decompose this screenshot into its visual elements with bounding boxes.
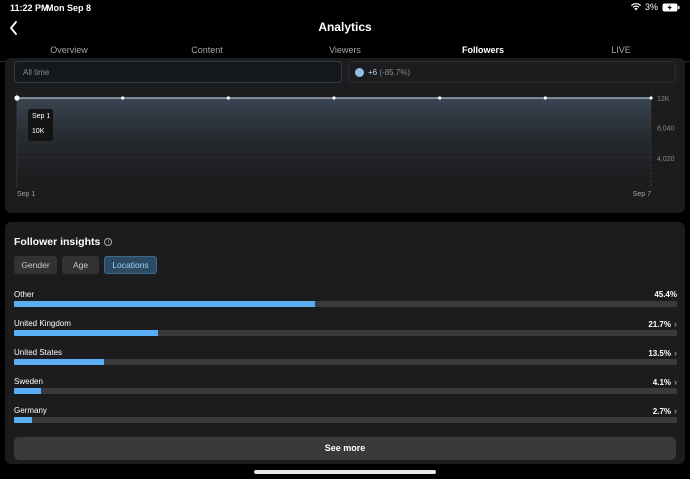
location-percent: 45.4%	[654, 290, 677, 299]
header: Analytics	[0, 16, 690, 40]
location-bar-fill	[14, 330, 158, 336]
chart-data-point	[121, 96, 125, 100]
chart-tooltip: Sep 1 10K	[28, 109, 53, 141]
location-percent: 21.7% ›	[648, 319, 677, 329]
location-percent: 4.1% ›	[653, 377, 677, 387]
chevron-right-icon: ›	[674, 319, 677, 329]
chevron-right-icon: ›	[674, 406, 677, 416]
followers-line-chart: 12K 8,040 4,020 Sep 1 Sep 7	[14, 92, 675, 198]
location-row: Other 45.4%	[14, 290, 677, 316]
follower-insights-card: Follower insights i Gender Age Locations…	[5, 222, 685, 464]
info-icon[interactable]: i	[104, 238, 113, 246]
chevron-right-icon: ›	[674, 377, 677, 387]
chart-y-tick-label: 4,020	[657, 156, 675, 163]
location-percent-label: 2.7%	[652, 406, 671, 416]
location-percent: 13.5% ›	[648, 348, 677, 358]
location-percent-label: 4.1%	[652, 377, 671, 387]
location-bar-track	[14, 388, 677, 394]
location-row[interactable]: Sweden 4.1% ›	[14, 377, 677, 403]
chart-data-point	[438, 96, 442, 100]
status-bar: 11:22 PM Mon Sep 8 3%	[0, 0, 690, 16]
chart-data-point	[226, 96, 230, 100]
chart-area-fill	[17, 98, 651, 188]
chart-y-tick-label: 12K	[657, 96, 670, 103]
status-indicators: 3%	[630, 2, 680, 12]
see-more-button[interactable]: See more	[14, 437, 676, 460]
location-percent-label: 21.7%	[648, 319, 671, 329]
status-time: 11:22 PM	[10, 3, 49, 13]
page-title: Analytics	[318, 20, 372, 34]
segment-gender[interactable]: Gender	[14, 256, 57, 274]
location-bar-fill	[14, 388, 42, 394]
tooltip-date: Sep 1	[32, 113, 51, 120]
chart-x-tick-label: Sep 1	[17, 191, 35, 198]
chart-x-tick-label: Sep 7	[633, 191, 651, 198]
location-row[interactable]: Germany 2.7% ›	[14, 406, 677, 432]
segment-age[interactable]: Age	[62, 256, 99, 274]
chart-data-point	[649, 96, 653, 100]
location-bar-track	[14, 301, 677, 307]
location-name: Other	[14, 290, 35, 299]
tooltip-value: 10K	[32, 128, 45, 135]
chart-data-point	[14, 95, 20, 101]
location-row[interactable]: United States 13.5% ›	[14, 348, 677, 374]
location-bar-track	[14, 330, 677, 336]
chart-y-tick-label: 8,040	[657, 126, 675, 133]
location-name: Germany	[14, 406, 47, 415]
location-row[interactable]: United Kingdom 21.7% ›	[14, 319, 677, 345]
segment-locations[interactable]: Locations	[104, 256, 157, 274]
location-percent-label: 45.4%	[654, 290, 677, 299]
chart-data-point	[332, 96, 336, 100]
location-name: Sweden	[14, 377, 43, 386]
status-date: Mon Sep 8	[46, 3, 92, 13]
followers-chart-card: All time +6 (-85.7%) 12K 8,040 4,020 Sep 1…	[5, 58, 685, 213]
location-percent: 2.7% ›	[653, 406, 677, 416]
chevron-right-icon: ›	[674, 348, 677, 358]
location-bar-fill	[14, 359, 104, 365]
location-bar-track	[14, 359, 677, 365]
location-percent-label: 13.5%	[648, 348, 671, 358]
location-name: United Kingdom	[14, 319, 71, 328]
insights-heading: Follower insights i	[14, 236, 113, 248]
location-bar-fill	[14, 301, 315, 307]
home-indicator	[254, 470, 436, 474]
chart-data-point	[543, 96, 547, 100]
wifi-icon	[630, 3, 641, 11]
battery-charging-icon	[662, 3, 680, 12]
location-bar-track	[14, 417, 677, 423]
insights-title: Follower insights	[14, 236, 101, 248]
location-bar-fill	[14, 417, 32, 423]
location-name: United States	[14, 348, 63, 357]
battery-percent: 3%	[644, 2, 658, 12]
